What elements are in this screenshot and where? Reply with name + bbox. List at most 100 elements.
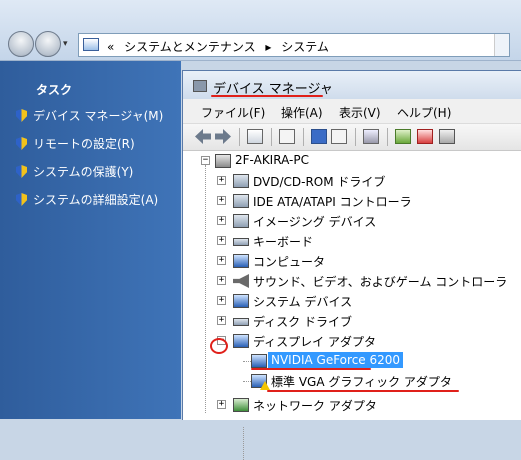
tree-item-keyboards[interactable]: + キーボード — [183, 231, 521, 251]
breadcrumb-overflow[interactable]: « — [107, 40, 114, 54]
task-pane: タスク デバイス マネージャ(M) リモートの設定(R) システムの保護(Y) … — [0, 61, 181, 419]
tree-item-label: コンピュータ — [253, 255, 326, 269]
menu-action[interactable]: 操作(A) — [281, 104, 323, 121]
tree-item-label: ディスク ドライブ — [253, 315, 352, 329]
tree-item-label: サウンド、ビデオ、およびゲーム コントローラ — [253, 275, 508, 289]
network-adapter-icon — [233, 398, 249, 412]
window-titlebar[interactable]: デバイス マネージャ — [183, 71, 521, 99]
scan-hardware-icon[interactable] — [363, 129, 379, 144]
update-driver-icon[interactable] — [395, 129, 411, 144]
disable-device-icon[interactable] — [439, 129, 455, 144]
tree-item-label: DVD/CD-ROM ドライブ — [253, 175, 386, 189]
recent-pages-dropdown-icon[interactable]: ▾ — [63, 39, 68, 49]
camera-icon — [233, 214, 249, 228]
breadcrumb: « システムとメンテナンス ▸ システム — [107, 38, 335, 55]
speaker-icon — [233, 274, 249, 288]
expand-expander[interactable]: + — [217, 196, 226, 205]
tree-item-label: IDE ATA/ATAPI コントローラ — [253, 195, 412, 209]
tree-item-label: 標準 VGA グラフィック アダプタ — [271, 375, 452, 389]
view-icon[interactable] — [331, 129, 347, 144]
tree-root[interactable]: − 2F-AKIRA-PC — [183, 151, 521, 171]
tree-root-label: 2F-AKIRA-PC — [235, 153, 309, 167]
menu-view[interactable]: 表示(V) — [339, 104, 381, 121]
expand-expander[interactable]: + — [217, 236, 226, 245]
annotation-underline — [251, 368, 371, 370]
shield-icon — [16, 193, 27, 206]
help-icon[interactable] — [311, 129, 327, 144]
keyboard-icon — [233, 238, 249, 246]
device-manager-window: デバイス マネージャ ファイル(F) 操作(A) 表示(V) ヘルプ(H) − — [182, 70, 521, 460]
explorer-navigation-bar: ▾ « システムとメンテナンス ▸ システム — [0, 0, 521, 61]
tree-item-label: イメージング デバイス — [253, 215, 377, 229]
toolbar-separator — [303, 128, 304, 146]
menu-bar: ファイル(F) 操作(A) 表示(V) ヘルプ(H) — [183, 99, 521, 124]
task-label: システムの保護(Y) — [33, 165, 134, 179]
annotation-circle — [210, 338, 228, 354]
toolbar-separator — [387, 128, 388, 146]
task-label: システムの詳細設定(A) — [33, 193, 159, 207]
expand-expander[interactable]: + — [217, 316, 226, 325]
tree-item-ide-controller[interactable]: + IDE ATA/ATAPI コントローラ — [183, 191, 521, 211]
menu-file[interactable]: ファイル(F) — [201, 104, 265, 121]
collapse-expander[interactable]: − — [201, 156, 210, 165]
menu-help[interactable]: ヘルプ(H) — [397, 104, 451, 121]
task-label: リモートの設定(R) — [33, 137, 135, 151]
breadcrumb-separator-icon[interactable]: ▸ — [265, 40, 271, 54]
tree-item-label: ディスプレイ アダプタ — [253, 335, 376, 349]
tree-connector — [243, 361, 251, 362]
task-device-manager[interactable]: デバイス マネージャ(M) — [16, 107, 163, 124]
expand-expander[interactable]: + — [217, 176, 226, 185]
shield-icon — [16, 165, 27, 178]
toolbar-separator — [355, 128, 356, 146]
task-remote-settings[interactable]: リモートの設定(R) — [16, 135, 135, 152]
display-adapter-icon — [251, 354, 267, 368]
monitor-icon — [233, 254, 249, 268]
tree-item-display-adapters[interactable]: − ディスプレイ アダプタ — [183, 331, 521, 351]
toolbar-separator — [271, 128, 272, 146]
address-bar[interactable]: « システムとメンテナンス ▸ システム — [78, 33, 510, 57]
control-panel-icon — [83, 38, 99, 51]
dvd-drive-icon — [233, 174, 249, 188]
forward-button[interactable] — [35, 31, 61, 57]
breadcrumb-system[interactable]: システム — [281, 40, 329, 54]
computer-icon — [215, 154, 231, 168]
tree-item-label: キーボード — [253, 235, 314, 249]
expand-expander[interactable]: + — [217, 256, 226, 265]
device-tree: − 2F-AKIRA-PC + DVD/CD-ROM ドライブ + IDE AT… — [183, 151, 521, 460]
tree-item-label: ネットワーク アダプタ — [253, 399, 377, 413]
show-hide-tree-icon[interactable] — [247, 129, 263, 144]
tree-item-computer[interactable]: + コンピュータ — [183, 251, 521, 271]
tree-item-network-adapters[interactable]: + ネットワーク アダプタ — [183, 395, 521, 415]
annotation-underline — [267, 390, 459, 392]
tree-item-imaging-devices[interactable]: + イメージング デバイス — [183, 211, 521, 231]
breadcrumb-system-maintenance[interactable]: システムとメンテナンス — [124, 40, 255, 54]
device-manager-icon — [193, 80, 207, 92]
tree-item-standard-vga[interactable]: 標準 VGA グラフィック アダプタ — [183, 371, 521, 391]
shield-icon — [16, 109, 27, 122]
task-advanced-settings[interactable]: システムの詳細設定(A) — [16, 191, 158, 208]
task-system-protection[interactable]: システムの保護(Y) — [16, 163, 133, 180]
tree-item-system-devices[interactable]: + システム デバイス — [183, 291, 521, 311]
expand-expander[interactable]: + — [217, 276, 226, 285]
address-dropdown-button[interactable] — [494, 34, 509, 56]
properties-icon[interactable] — [279, 129, 295, 144]
tree-connector — [243, 427, 244, 460]
uninstall-icon[interactable] — [417, 129, 433, 144]
expand-expander[interactable]: + — [217, 400, 226, 409]
tree-item-sound-video-game[interactable]: + サウンド、ビデオ、およびゲーム コントローラ — [183, 271, 521, 291]
shield-icon — [16, 137, 27, 150]
toolbar — [183, 124, 521, 151]
task-label: デバイス マネージャ(M) — [33, 109, 164, 123]
back-arrow-icon[interactable] — [195, 129, 211, 144]
tree-connector — [243, 381, 251, 382]
tree-item-dvd-drive[interactable]: + DVD/CD-ROM ドライブ — [183, 171, 521, 191]
back-button[interactable] — [8, 31, 34, 57]
tree-item-label: システム デバイス — [253, 295, 353, 309]
expand-expander[interactable]: + — [217, 296, 226, 305]
tree-item-disk-drives[interactable]: + ディスク ドライブ — [183, 311, 521, 331]
task-pane-title: タスク — [36, 83, 73, 97]
warning-icon — [260, 381, 270, 390]
toolbar-separator — [239, 128, 240, 146]
forward-arrow-icon[interactable] — [215, 129, 231, 144]
expand-expander[interactable]: + — [217, 216, 226, 225]
